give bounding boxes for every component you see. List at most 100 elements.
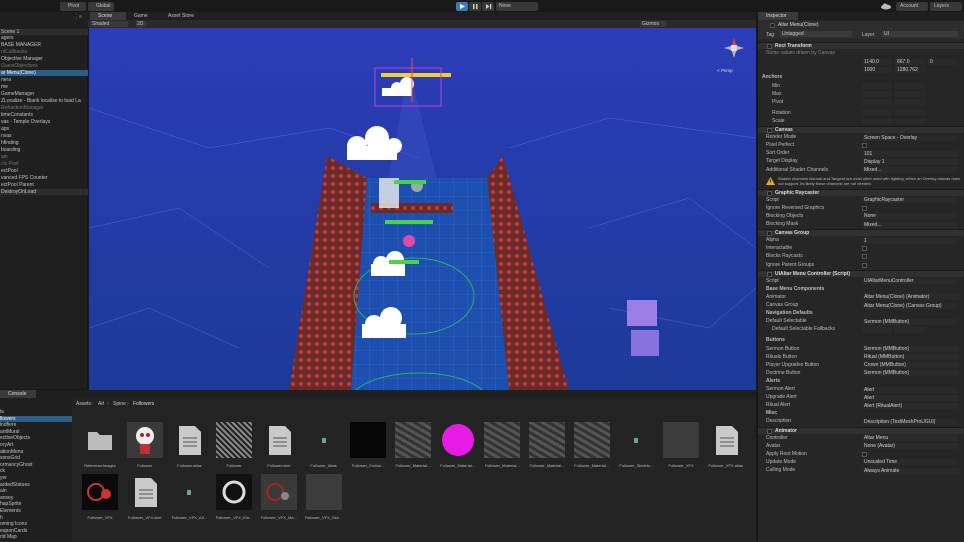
active-checkbox[interactable] [770, 23, 775, 28]
project-asset[interactable]: Follower_VFX_Ske... [304, 474, 344, 520]
field-value[interactable]: Altar Menu(Clone) (Canvas Group) [862, 302, 958, 309]
hierarchy-item[interactable]: GameManager [0, 91, 88, 97]
object-name[interactable]: Altar Menu(Clone) [778, 22, 819, 28]
hierarchy-item[interactable]: RefractionManager [0, 105, 88, 111]
scene-viewport[interactable]: < Persp [89, 28, 756, 390]
project-asset[interactable]: Follower_VFX [80, 474, 120, 520]
field-value[interactable]: Sermon (MMButton) [862, 346, 958, 352]
component-header[interactable]: Canvas [758, 126, 964, 133]
field-value[interactable]: Always Animate [862, 467, 958, 474]
component-header[interactable]: Canvas Group [758, 229, 964, 237]
field-value[interactable] [862, 99, 892, 106]
project-folder[interactable]: ck [0, 468, 72, 474]
project-folder[interactable]: antMural [0, 429, 72, 435]
hierarchy-item[interactable]: vas - Temple Overlays [0, 119, 88, 125]
checkbox[interactable] [862, 143, 867, 149]
field-value[interactable]: Sermon (MMButton) [862, 318, 958, 325]
project-folder[interactable]: yer [0, 475, 72, 481]
project-folder[interactable]: ationMenu [0, 449, 72, 455]
layout-dropdown[interactable]: None [496, 1, 538, 11]
tab-asset-store[interactable]: Asset Store [160, 12, 204, 20]
project-asset[interactable]: Follower_VFX_Ma... [259, 474, 299, 520]
field-value[interactable]: Crown (MMButton) [862, 362, 958, 369]
field-value[interactable] [895, 326, 925, 333]
hierarchy-item[interactable]: BASE MANAGER [0, 42, 88, 48]
component-enabled-checkbox[interactable] [767, 190, 772, 196]
project-folder[interactable]: h [0, 515, 72, 521]
gizmos-dropdown[interactable]: Gizmos [640, 21, 666, 27]
position-field[interactable]: 667.0 [895, 58, 925, 65]
breadcrumb-3[interactable]: Followers [133, 401, 154, 407]
tab-console[interactable]: Console [0, 390, 36, 398]
play-button[interactable] [456, 1, 468, 11]
project-asset[interactable]: Follower.atlas [169, 422, 209, 468]
project-asset[interactable]: ReferenceImages [80, 422, 120, 468]
checkbox[interactable] [862, 254, 867, 260]
project-folder[interactable]: oryArt [0, 442, 72, 448]
project-asset[interactable]: Follower_Material... [393, 422, 433, 468]
field-value[interactable] [895, 110, 925, 117]
project-asset[interactable]: Follower_Material... [438, 422, 478, 468]
component-header[interactable]: Graphic Raycaster [758, 188, 964, 196]
project-asset[interactable]: Follower_Material... [527, 422, 567, 468]
pause-button[interactable] [469, 1, 481, 11]
project-asset[interactable]: Follower_Skeleto... [616, 422, 656, 468]
component-enabled-checkbox[interactable] [767, 44, 772, 49]
field-value[interactable] [862, 110, 892, 117]
project-asset[interactable]: Follower [125, 422, 165, 468]
project-asset[interactable]: Follower.skel [259, 422, 299, 468]
checkbox[interactable] [862, 451, 867, 457]
project-asset[interactable]: Follower_Material... [572, 422, 612, 468]
2d-toggle[interactable]: 2D [136, 21, 146, 27]
field-value[interactable]: Display 1 [862, 158, 958, 165]
position-field[interactable]: 1140.0 [862, 58, 892, 65]
hierarchy-item[interactable]: ZLocalize - Blank localise to load La [0, 98, 88, 104]
hierarchy-item[interactable]: timeConstants [0, 112, 88, 118]
hierarchy-item[interactable]: ain [0, 154, 88, 160]
project-folder[interactable]: oming Icons [0, 521, 72, 527]
project-asset[interactable]: Follower_Material... [482, 422, 522, 468]
project-folder[interactable]: eaponCards [0, 528, 72, 534]
hierarchy-item[interactable]: ntCallbacks [0, 49, 88, 55]
field-value[interactable]: Alert [862, 386, 958, 393]
layers-dropdown[interactable]: Layers [930, 1, 962, 11]
hierarchy-item[interactable]: ar Menu(Clone) [0, 70, 88, 76]
field-value[interactable] [862, 118, 892, 125]
hierarchy-item[interactable]: hfinding [0, 140, 88, 146]
project-asset[interactable]: Follower_VFX [661, 422, 701, 468]
field-value[interactable]: UIAltarMenuController [862, 278, 958, 285]
component-enabled-checkbox[interactable] [767, 231, 772, 237]
project-asset[interactable]: Follower_VFX_Atl... [169, 474, 209, 520]
field-value[interactable] [895, 118, 925, 125]
component-enabled-checkbox[interactable] [767, 271, 772, 277]
tab-game[interactable]: Game [126, 12, 160, 20]
project-asset[interactable]: Follower [214, 422, 254, 468]
project-folder[interactable]: ts [0, 409, 72, 415]
component-header[interactable]: UIAltar Menu Controller (Script) [758, 269, 964, 277]
tab-inspector[interactable]: Inspector [758, 12, 798, 20]
project-folder[interactable]: ectiveObjects [0, 435, 72, 441]
project-folder[interactable]: ain [0, 488, 72, 494]
component-header[interactable]: Rect Transform [758, 42, 964, 49]
hierarchy-item[interactable]: cis Pool [0, 161, 88, 167]
field-value[interactable] [895, 83, 925, 89]
checkbox[interactable] [862, 262, 867, 268]
hierarchy-item[interactable]: ectPool [0, 168, 88, 174]
project-asset[interactable]: Follower_Atlas [304, 422, 344, 468]
field-value[interactable]: 1 [862, 237, 958, 244]
cloud-icon[interactable] [880, 2, 892, 10]
global-toggle[interactable]: Global [88, 1, 114, 11]
breadcrumb-2[interactable]: Spine [113, 401, 126, 407]
more-icon[interactable]: ⋮≡ [74, 14, 82, 20]
hierarchy-item[interactable]: Objective Manager [0, 56, 88, 62]
component-enabled-checkbox[interactable] [767, 128, 772, 133]
project-folder[interactable]: ormancyGhost [0, 462, 72, 468]
size-field[interactable]: 1000 [862, 66, 892, 73]
persp-label[interactable]: < Persp [717, 68, 733, 73]
field-value[interactable]: Description (TextMeshProUGUI) [862, 418, 958, 425]
field-value[interactable]: Screen Space - Overlay [862, 134, 958, 141]
layer-dropdown[interactable]: UI [882, 31, 958, 37]
project-folder[interactable]: ardedStatues [0, 482, 72, 488]
tag-dropdown[interactable]: Untagged [780, 31, 852, 37]
hierarchy-item[interactable]: GuestObjectives [0, 63, 88, 69]
